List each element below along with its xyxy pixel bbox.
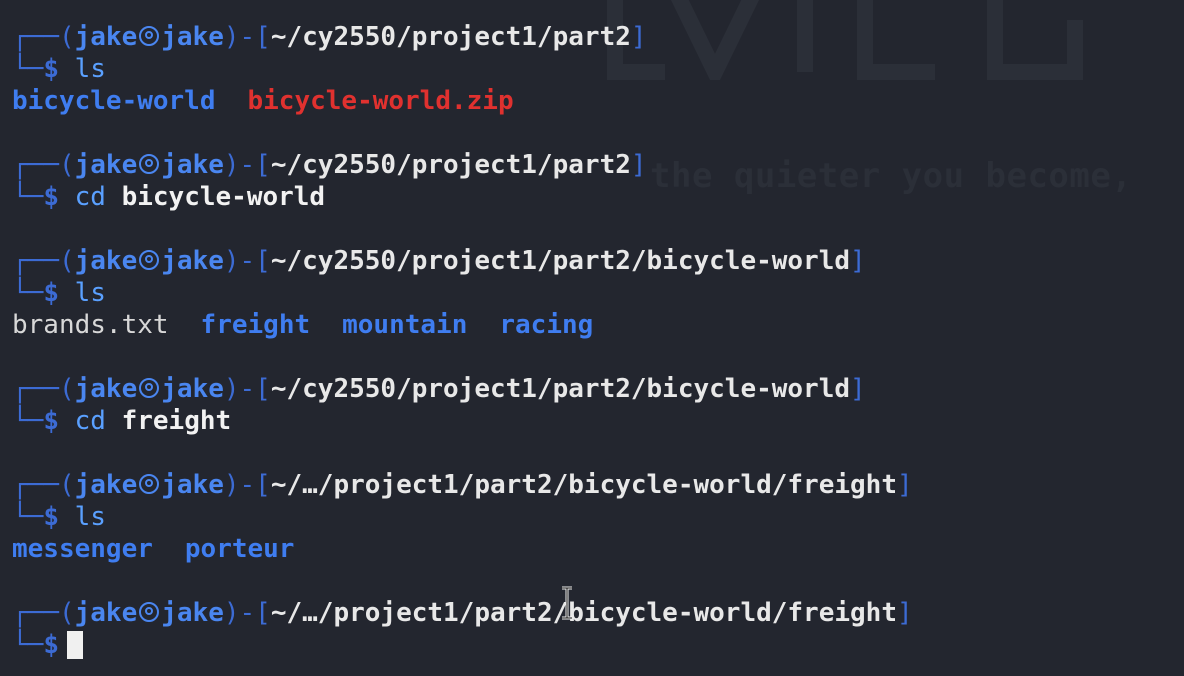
prompt-path: ~/cy2550/project1/part2/bicycle-world — [270, 246, 851, 276]
prompt-path: ~/cy2550/project1/part2 — [270, 150, 631, 180]
prompt-path: ~/cy2550/project1/part2/bicycle-world — [270, 374, 851, 404]
prompt-host: jake — [161, 374, 224, 404]
prompt-frame-top: ┌──( — [12, 150, 75, 180]
prompt-separator: )-[ — [223, 598, 271, 628]
output-line: messenger porteur — [12, 533, 913, 565]
directory-entry: bicycle-world — [12, 86, 216, 116]
prompt-user: jake — [74, 150, 138, 180]
directory-entry: mountain — [342, 310, 468, 340]
prompt-separator: )-[ — [223, 22, 271, 52]
command-line: └─$ cd freight — [12, 405, 913, 437]
command-name: ls — [74, 54, 106, 84]
prompt-separator: )-[ — [223, 150, 271, 180]
prompt-frame-top: ┌──( — [12, 22, 75, 52]
prompt-frame-bottom: └─ — [12, 406, 44, 436]
prompt-bracket-close: ] — [896, 470, 913, 500]
prompt-bracket-close: ] — [630, 150, 647, 180]
prompt-frame-top: ┌──( — [12, 598, 75, 628]
prompt-frame-bottom: └─ — [12, 182, 44, 212]
prompt-frame-bottom: └─ — [12, 278, 44, 308]
prompt-separator: )-[ — [223, 470, 271, 500]
prompt-bracket-close: ] — [896, 598, 913, 628]
kali-skull-icon — [139, 602, 160, 622]
prompt-line: ┌──(jake jake)-[~/…/project1/part2/bicycl… — [12, 469, 913, 501]
prompt-dollar: $ — [43, 54, 59, 84]
command-name: ls — [74, 502, 106, 532]
prompt-user: jake — [74, 246, 138, 276]
kali-skull-icon — [139, 474, 160, 494]
prompt-host: jake — [161, 150, 224, 180]
prompt-dollar: $ — [43, 182, 59, 212]
command-line: └─$ ls — [12, 501, 913, 533]
prompt-bracket-close: ] — [850, 246, 866, 276]
prompt-frame-top: ┌──( — [12, 374, 75, 404]
directory-entry: freight — [200, 310, 311, 340]
command-name: cd — [74, 182, 106, 212]
prompt-dollar: $ — [43, 406, 59, 436]
command-line: └─$ cd bicycle-world — [12, 181, 913, 213]
mouse-ibeam-cursor — [562, 586, 572, 620]
command-line: └─$ ls — [12, 53, 913, 85]
archive-entry: bicycle-world.zip — [247, 86, 514, 116]
output-line: brands.txt freight mountain racing — [12, 309, 913, 341]
output-line: bicycle-world bicycle-world.zip — [12, 85, 913, 117]
command-argument: bicycle-world — [121, 182, 326, 212]
prompt-frame-bottom: └─ — [12, 502, 44, 532]
text-cursor[interactable] — [66, 631, 83, 659]
kali-skull-icon — [139, 378, 160, 398]
prompt-user: jake — [74, 470, 138, 500]
prompt-user: jake — [74, 374, 138, 404]
command-name: cd — [74, 406, 106, 436]
prompt-user: jake — [74, 598, 138, 628]
prompt-dollar: $ — [43, 278, 59, 308]
prompt-bracket-close: ] — [850, 374, 866, 404]
prompt-host: jake — [161, 22, 224, 52]
prompt-dollar: $ — [43, 502, 59, 532]
prompt-line: ┌──(jake jake)-[~/cy2550/project1/part2/b… — [12, 245, 913, 277]
command-line[interactable]: └─$ — [12, 629, 913, 661]
prompt-host: jake — [161, 246, 224, 276]
prompt-user: jake — [74, 22, 138, 52]
prompt-frame-bottom: └─ — [12, 630, 44, 660]
prompt-frame-top: ┌──( — [12, 246, 75, 276]
prompt-frame-top: ┌──( — [12, 470, 75, 500]
terminal-output: ┌──(jake jake)-[~/cy2550/project1/part2] └… — [12, 21, 913, 661]
prompt-dollar: $ — [43, 630, 59, 660]
prompt-separator: )-[ — [223, 374, 271, 404]
terminal-window[interactable]: the quieter you become, ┌──(jake jake)-[~… — [0, 0, 1184, 676]
prompt-line: ┌──(jake jake)-[~/cy2550/project1/part2/b… — [12, 373, 913, 405]
directory-entry: racing — [499, 310, 594, 340]
kali-skull-icon — [139, 154, 160, 174]
kali-skull-icon — [139, 250, 160, 270]
command-name: ls — [74, 278, 106, 308]
prompt-bracket-close: ] — [630, 22, 647, 52]
prompt-host: jake — [161, 470, 224, 500]
directory-entry: messenger — [12, 534, 153, 564]
prompt-line: ┌──(jake jake)-[~/cy2550/project1/part2] — [12, 21, 913, 53]
prompt-path: ~/…/project1/part2/bicycle-world/freight — [270, 598, 897, 628]
prompt-line: ┌──(jake jake)-[~/…/project1/part2/bicycl… — [12, 597, 913, 629]
prompt-path: ~/…/project1/part2/bicycle-world/freight — [270, 470, 897, 500]
prompt-path: ~/cy2550/project1/part2 — [270, 22, 631, 52]
kali-skull-icon — [139, 26, 160, 46]
command-argument: freight — [121, 406, 232, 436]
prompt-host: jake — [161, 598, 224, 628]
prompt-line: ┌──(jake jake)-[~/cy2550/project1/part2] — [12, 149, 913, 181]
prompt-frame-bottom: └─ — [12, 54, 44, 84]
prompt-separator: )-[ — [223, 246, 271, 276]
command-line: └─$ ls — [12, 277, 913, 309]
file-entry: brands.txt — [12, 310, 169, 340]
directory-entry: porteur — [184, 534, 295, 564]
